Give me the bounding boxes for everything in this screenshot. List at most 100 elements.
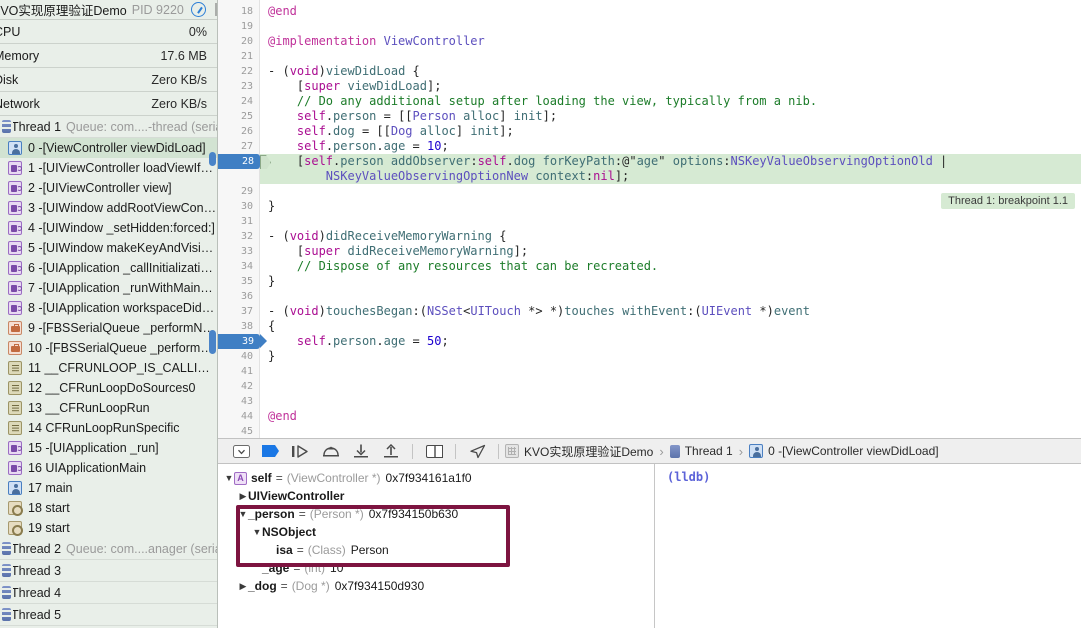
breadcrumb-item-frame[interactable]: 0 -[ViewController viewDidLoad] bbox=[768, 444, 939, 458]
variable-row[interactable]: ▼ _person = (Person *) 0x7f934150b630 bbox=[218, 505, 654, 523]
console-view[interactable]: (lldb) bbox=[655, 464, 1081, 628]
code-line[interactable]: @implementation ViewController bbox=[260, 34, 485, 49]
step-over-button[interactable] bbox=[316, 440, 346, 462]
variables-view[interactable]: ▼ Aself = (ViewController *) 0x7f934161a1f0 ▶… bbox=[218, 464, 655, 628]
line-number[interactable]: 25 bbox=[219, 109, 253, 124]
code-line[interactable]: self.person = [[Person alloc] init]; bbox=[260, 109, 557, 124]
line-number[interactable]: 23 bbox=[219, 79, 253, 94]
line-number[interactable]: 27 bbox=[219, 139, 253, 154]
line-number[interactable]: 41 bbox=[219, 364, 253, 379]
variable-row[interactable]: ▼ NSObject bbox=[218, 523, 654, 541]
line-number[interactable]: 32 bbox=[219, 229, 253, 244]
debug-view-hierarchy-button[interactable] bbox=[419, 440, 449, 462]
stack-frame-row[interactable]: 13 __CFRunLoopRun bbox=[0, 398, 217, 418]
continue-button[interactable] bbox=[286, 440, 316, 462]
breadcrumb-item-project[interactable]: KVO实现原理验证Demo bbox=[524, 443, 653, 460]
code-line[interactable]: self.person.age = 50; bbox=[260, 334, 449, 349]
stack-frame-row[interactable]: 11 __CFRUNLOOP_IS_CALLING_O... bbox=[0, 358, 217, 378]
line-number[interactable]: 20 bbox=[219, 34, 253, 49]
line-number[interactable]: 30 bbox=[219, 199, 253, 214]
stack-frame-row[interactable]: 1 -[UIViewController loadViewIfR... bbox=[0, 158, 217, 178]
code-line[interactable]: // Do any additional setup after loading… bbox=[260, 94, 817, 109]
thread-group-row[interactable]: Thread 4 bbox=[0, 582, 217, 604]
step-out-button[interactable] bbox=[376, 440, 406, 462]
line-number[interactable]: 22 bbox=[219, 64, 253, 79]
disclosure-collapsed-icon[interactable]: ▶ bbox=[238, 491, 248, 502]
navigator-scrollbar-thumb[interactable] bbox=[209, 330, 216, 354]
line-number[interactable]: 33 bbox=[219, 244, 253, 259]
stack-frame-row[interactable]: 7 -[UIApplication _runWithMainSc... bbox=[0, 278, 217, 298]
stack-frame-row[interactable]: 14 CFRunLoopRunSpecific bbox=[0, 418, 217, 438]
code-line[interactable]: { bbox=[260, 319, 275, 334]
line-number[interactable]: 18 bbox=[219, 4, 253, 19]
line-number[interactable]: 29 bbox=[219, 184, 253, 199]
line-number[interactable]: 35 bbox=[219, 274, 253, 289]
gauge-icon[interactable] bbox=[190, 2, 206, 17]
disclosure-collapsed-icon[interactable]: ▶ bbox=[238, 581, 248, 592]
line-number[interactable]: 31 bbox=[219, 214, 253, 229]
breakpoint-badge[interactable]: 39 bbox=[218, 334, 267, 349]
line-number[interactable]: 45 bbox=[219, 424, 253, 438]
current-line-badge[interactable]: 28 bbox=[218, 154, 267, 169]
line-number[interactable]: 36 bbox=[219, 289, 253, 304]
code-line[interactable]: - (void)viewDidLoad { bbox=[260, 64, 420, 79]
step-into-button[interactable] bbox=[346, 440, 376, 462]
line-number-gutter[interactable]: 18 19 20 21 22 23 24 25 26 27 28 29 30 31 32 33 34 35 36 37… bbox=[218, 0, 267, 438]
code-line[interactable]: } bbox=[260, 274, 275, 289]
stat-row-network[interactable]: Network Zero KB/s bbox=[0, 92, 217, 116]
line-number[interactable]: 43 bbox=[219, 394, 253, 409]
stack-frame-row[interactable]: 10 -[FBSSerialQueue _performNe... bbox=[0, 338, 217, 358]
line-number[interactable]: 42 bbox=[219, 379, 253, 394]
line-number[interactable]: 21 bbox=[219, 49, 253, 64]
navigator-scrollbar-top[interactable] bbox=[209, 152, 216, 166]
pause-icon[interactable] bbox=[212, 3, 217, 16]
stack-frame-row[interactable]: 3 -[UIWindow addRootViewContr... bbox=[0, 198, 217, 218]
code-line[interactable]: self.dog = [[Dog alloc] init]; bbox=[260, 124, 514, 139]
stat-row-memory[interactable]: Memory 17.6 MB bbox=[0, 44, 217, 68]
stack-frame-row[interactable]: 0 -[ViewController viewDidLoad] bbox=[0, 138, 217, 158]
code-line[interactable]: - (void)didReceiveMemoryWarning { bbox=[260, 229, 506, 244]
stack-frame-row[interactable]: 18 start bbox=[0, 498, 217, 518]
stat-row-cpu[interactable]: CPU 0% bbox=[0, 20, 217, 44]
stack-frame-row[interactable]: 6 -[UIApplication _callInitializatio... bbox=[0, 258, 217, 278]
line-number[interactable]: 26 bbox=[219, 124, 253, 139]
code-line[interactable]: self.person.age = 10; bbox=[260, 139, 449, 154]
line-number[interactable]: 37 bbox=[219, 304, 253, 319]
code-line[interactable]: [self.person addObserver:self.dog forKey… bbox=[260, 154, 947, 169]
line-number[interactable]: 44 bbox=[219, 409, 253, 424]
hide-debug-area-button[interactable] bbox=[226, 440, 256, 462]
disclosure-expanded-icon[interactable]: ▼ bbox=[252, 527, 262, 537]
variable-row[interactable]: _age = (int) 10 bbox=[218, 559, 654, 577]
variable-row[interactable]: ▼ Aself = (ViewController *) 0x7f934161a1f0 bbox=[218, 469, 654, 487]
program-counter-arrow[interactable] bbox=[260, 154, 274, 169]
line-number[interactable]: 38 bbox=[219, 319, 253, 334]
thread-group-1[interactable]: Thread 1 Queue: com....-thread (serial) bbox=[0, 116, 217, 138]
code-line[interactable]: @end bbox=[260, 4, 297, 19]
stack-frame-row[interactable]: 4 -[UIWindow _setHidden:forced:] bbox=[0, 218, 217, 238]
code-line[interactable]: } bbox=[260, 349, 275, 364]
stack-frame-row[interactable]: 12 __CFRunLoopDoSources0 bbox=[0, 378, 217, 398]
stack-frame-row[interactable]: 16 UIApplicationMain bbox=[0, 458, 217, 478]
variable-row[interactable]: ▶ _dog = (Dog *) 0x7f934150d930 bbox=[218, 577, 654, 595]
thread-group-row[interactable]: Thread 5 bbox=[0, 604, 217, 626]
code-line[interactable]: // Dispose of any resources that can be … bbox=[260, 259, 658, 274]
stat-row-disk[interactable]: Disk Zero KB/s bbox=[0, 68, 217, 92]
breadcrumb-item-thread[interactable]: Thread 1 bbox=[685, 444, 733, 458]
code-line[interactable]: [super didReceiveMemoryWarning]; bbox=[260, 244, 528, 259]
disclosure-expanded-icon[interactable]: ▼ bbox=[224, 473, 234, 483]
line-number[interactable]: 34 bbox=[219, 259, 253, 274]
code-line[interactable]: - (void)touchesBegan:(NSSet<UITouch *> *… bbox=[260, 304, 810, 319]
stack-frame-row[interactable]: 8 -[UIApplication workspaceDidE... bbox=[0, 298, 217, 318]
stack-frame-row[interactable]: 2 -[UIViewController view] bbox=[0, 178, 217, 198]
code-area[interactable]: @end @implementation ViewController - (voi… bbox=[260, 0, 1081, 438]
stack-frame-row[interactable]: 9 -[FBSSerialQueue _performNext] bbox=[0, 318, 217, 338]
stack-frame-row[interactable]: 19 start bbox=[0, 518, 217, 538]
code-line[interactable]: @end bbox=[260, 409, 297, 424]
line-number[interactable]: 24 bbox=[219, 94, 253, 109]
disclosure-expanded-icon[interactable]: ▼ bbox=[238, 509, 248, 519]
deactivate-breakpoints-button[interactable] bbox=[256, 440, 286, 462]
stack-frame-row[interactable]: 15 -[UIApplication _run] bbox=[0, 438, 217, 458]
code-line[interactable]: [super viewDidLoad]; bbox=[260, 79, 442, 94]
variable-row[interactable]: isa = (Class) Person bbox=[218, 541, 654, 559]
stack-frame-row[interactable]: 5 -[UIWindow makeKeyAndVisible] bbox=[0, 238, 217, 258]
